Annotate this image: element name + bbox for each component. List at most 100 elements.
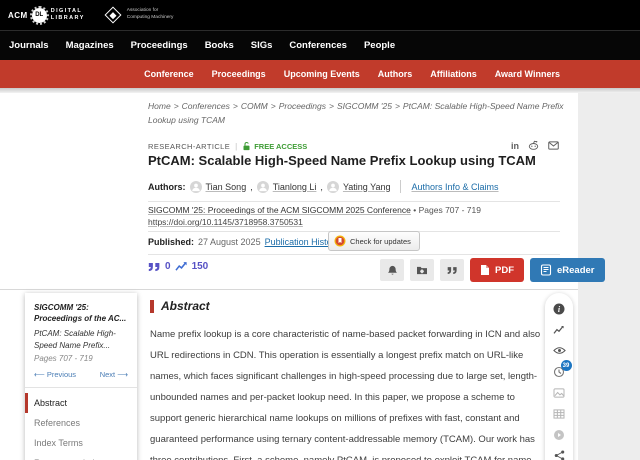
authors-divider [400,180,401,193]
previous-link[interactable]: ⟵ Previous [34,370,76,379]
author-separator: , [250,182,253,192]
author-link-tian-song[interactable]: Tian Song [206,182,247,192]
share-icon[interactable] [553,449,566,460]
divider [148,254,560,255]
abstract-heading: Abstract [161,299,210,313]
free-access-label: FREE ACCESS [254,142,307,151]
author-avatar [327,181,339,193]
check-for-updates-button[interactable]: Check for updates [328,231,420,251]
alert-bell-button[interactable] [380,259,404,281]
acm-diamond-icon [104,7,121,24]
crumb-sigcomm25[interactable]: SIGCOMM '25 [337,101,392,111]
crumb-comm[interactable]: COMM [241,101,268,111]
ereader-label: eReader [557,265,595,276]
breadcrumb-separator: > [271,101,276,111]
top-header-bar: ACM DL DIGITAL LIBRARY Association for C… [0,0,640,30]
digital-text: DIGITAL [51,8,82,14]
section-nav-references[interactable]: References [25,413,137,433]
section-nav-abstract[interactable]: Abstract [25,393,137,413]
share-icons: in [511,140,559,151]
assoc-line1: Association for [127,8,158,13]
pdf-button[interactable]: PDF [470,258,524,282]
next-link[interactable]: Next ⟶ [100,370,128,379]
nav-item-magazines[interactable]: Magazines [66,40,114,51]
sidebar-article-title: PtCAM: Scalable High-Speed Name Prefix..… [34,328,128,350]
sidebar-pages: Pages 707 - 719 [34,354,128,363]
metrics-icon[interactable] [553,323,566,336]
divider [148,201,560,202]
subnav-award-winners[interactable]: Award Winners [495,69,560,79]
contents-sidebar-card: SIGCOMM '25: Proceedings of the AC... Pt… [25,293,137,460]
acm-logo-text: ACM [8,11,28,20]
author-avatar [257,181,269,193]
email-icon[interactable] [548,141,559,150]
author-avatar [190,181,202,193]
prev-next-nav: ⟵ Previous Next ⟶ [34,370,128,379]
subnav-upcoming-events[interactable]: Upcoming Events [284,69,360,79]
author-link-yating-yang[interactable]: Yating Yang [343,182,391,192]
abstract-accent-bar [150,300,154,313]
action-buttons: PDF eReader [380,258,605,282]
next-label: Next [100,370,115,379]
subnav-conference[interactable]: Conference [144,69,194,79]
article-tools-toolbar: i 39 [545,293,573,460]
acm-dl-logo[interactable]: ACM DL DIGITAL LIBRARY [8,8,85,23]
downloads-count: 150 [192,261,209,272]
authors-info-claims-link[interactable]: Authors Info & Claims [411,182,498,192]
open-lock-icon [242,141,251,151]
previous-arrow-icon: ⟵ [34,370,45,379]
breadcrumb-separator: > [174,101,179,111]
next-arrow-icon: ⟶ [117,370,128,379]
nav-item-journals[interactable]: Journals [9,40,49,51]
article-title: PtCAM: Scalable High-Speed Name Prefix L… [148,153,578,168]
downloads-trend-icon [175,261,188,272]
section-nav-list: Abstract References Index Terms Recommen… [25,388,137,460]
crossmark-icon [334,235,346,247]
authors-label: Authors: [148,182,186,192]
citation-count: 0 [165,261,171,272]
section-nav-recommendations[interactable]: Recommendations [25,453,137,460]
sidebar-venue-title[interactable]: SIGCOMM '25: Proceedings of the AC... [34,302,128,324]
bell-icon [387,265,398,276]
subnav-authors[interactable]: Authors [378,69,413,79]
pdf-file-icon [480,264,490,276]
nav-item-proceedings[interactable]: Proceedings [131,40,188,51]
acm-association-logo[interactable]: Association for Computing Machinery [107,8,174,22]
section-divider [0,289,578,290]
section-nav-index-terms[interactable]: Index Terms [25,433,137,453]
primary-nav: Journals Magazines Proceedings Books SIG… [0,30,640,60]
nav-item-people[interactable]: People [364,40,395,51]
doi-link[interactable]: https://doi.org/10.1145/3718958.3750531 [148,217,303,227]
cite-button[interactable] [440,259,464,281]
venue-row: SIGCOMM '25: Proceedings of the ACM SIGC… [148,205,481,215]
crumb-proceedings[interactable]: Proceedings [279,101,326,111]
linkedin-icon[interactable]: in [511,141,519,151]
library-text: LIBRARY [51,15,85,21]
published-label: Published: [148,237,194,247]
crumb-conferences[interactable]: Conferences [182,101,230,111]
references-count-badge: 39 [561,360,572,371]
add-to-collection-button[interactable] [410,259,434,281]
tables-icon[interactable] [553,407,566,420]
nav-item-books[interactable]: Books [205,40,234,51]
venue-link[interactable]: SIGCOMM '25: Proceedings of the ACM SIGC… [148,205,411,215]
authors-row: Authors: Tian Song, Tianlong Li, Yating … [148,180,499,193]
cite-quote-icon [447,266,458,275]
view-eye-icon[interactable] [553,344,566,357]
figures-icon[interactable] [553,386,566,399]
subnav-affiliations[interactable]: Affiliations [430,69,477,79]
subnav-proceedings[interactable]: Proceedings [212,69,266,79]
reddit-icon[interactable] [528,140,539,151]
info-icon[interactable]: i [553,302,566,315]
ereader-button[interactable]: eReader [530,258,605,282]
nav-item-conferences[interactable]: Conferences [289,40,347,51]
crumb-home[interactable]: Home [148,101,171,111]
breadcrumb: Home>Conferences>COMM>Proceedings>SIGCOM… [148,100,578,127]
author-link-tianlong-li[interactable]: Tianlong Li [273,182,317,192]
ereader-icon [540,264,552,276]
acm-dl-gear-icon: DL [32,8,47,23]
references-icon[interactable]: 39 [553,365,566,378]
nav-item-sigs[interactable]: SIGs [251,40,273,51]
pdf-label: PDF [495,265,514,276]
media-icon[interactable] [553,428,566,441]
